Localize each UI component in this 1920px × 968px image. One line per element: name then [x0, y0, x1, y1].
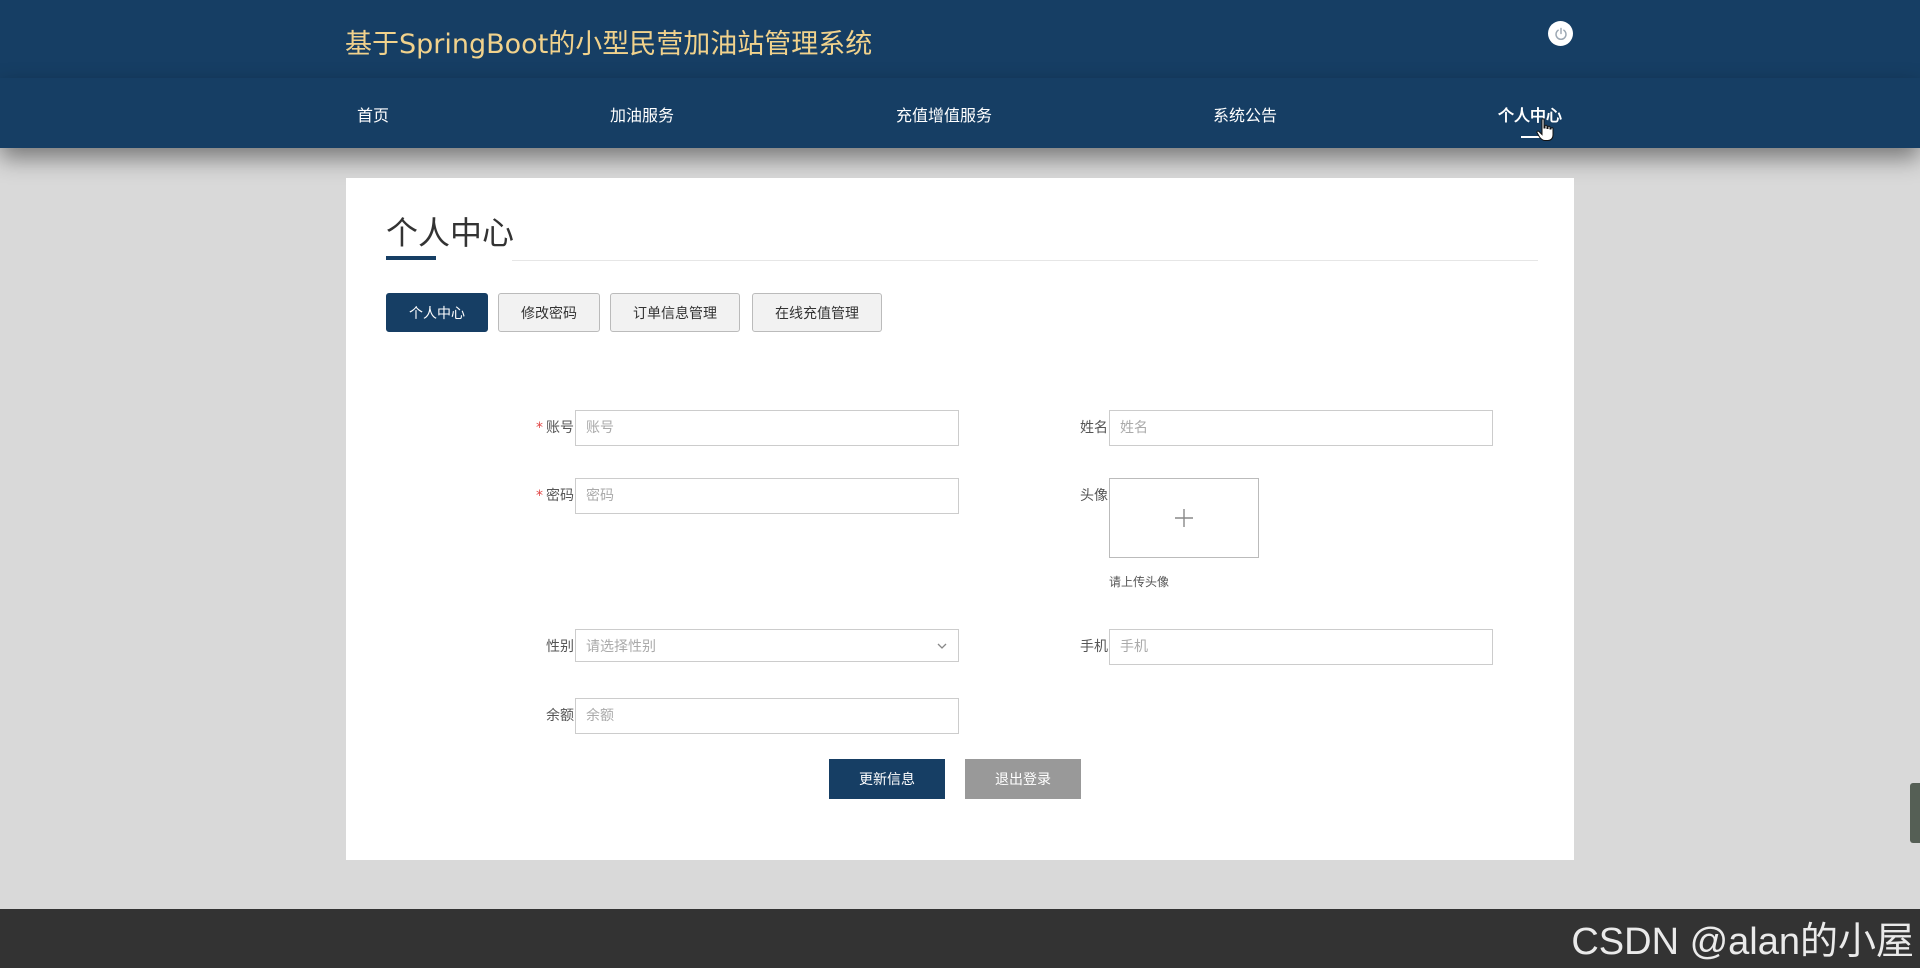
- main-nav: 首页 加油服务 充值增值服务 系统公告 个人中心: [0, 78, 1920, 148]
- title-divider: [512, 260, 1538, 261]
- page-title: 个人中心: [386, 214, 515, 252]
- logout-power-button[interactable]: [1548, 21, 1573, 46]
- phone-input[interactable]: [1109, 629, 1493, 665]
- tab-change-password[interactable]: 修改密码: [498, 293, 600, 332]
- power-icon: [1554, 27, 1567, 40]
- required-mark: *: [536, 420, 543, 436]
- gender-select-placeholder: 请选择性别: [586, 638, 656, 655]
- account-label: * 账号: [514, 417, 574, 437]
- gender-label: 性别: [546, 639, 574, 655]
- avatar-upload-box[interactable]: [1109, 478, 1259, 558]
- tab-order-management[interactable]: 订单信息管理: [610, 293, 740, 332]
- site-title: 基于SpringBoot的小型民营加油站管理系统: [345, 29, 873, 60]
- scrollbar-thumb[interactable]: [1910, 783, 1920, 843]
- phone-label: 手机: [1080, 639, 1108, 655]
- name-input[interactable]: [1109, 410, 1493, 446]
- account-input[interactable]: [575, 410, 959, 446]
- required-mark: *: [536, 488, 543, 504]
- tab-online-recharge[interactable]: 在线充值管理: [752, 293, 882, 332]
- nav-item-fuel-service[interactable]: 加油服务: [610, 102, 674, 126]
- avatar-upload-tip: 请上传头像: [1109, 575, 1170, 589]
- gender-select[interactable]: 请选择性别: [575, 629, 959, 662]
- password-label: * 密码: [514, 485, 574, 505]
- logout-button[interactable]: 退出登录: [965, 759, 1081, 799]
- chevron-down-icon: [937, 643, 947, 649]
- plus-icon: [1175, 509, 1193, 527]
- nav-item-home[interactable]: 首页: [357, 102, 389, 126]
- watermark: CSDN @alan的小屋: [1571, 921, 1914, 963]
- nav-item-recharge-service[interactable]: 充值增值服务: [896, 102, 992, 126]
- balance-input[interactable]: [575, 698, 959, 734]
- avatar-label: 头像: [1080, 488, 1108, 504]
- top-header: 基于SpringBoot的小型民营加油站管理系统: [0, 0, 1920, 78]
- title-accent-bar: [386, 256, 436, 260]
- name-label: 姓名: [1080, 420, 1108, 436]
- nav-item-announcements[interactable]: 系统公告: [1213, 102, 1277, 126]
- account-label-text: 账号: [546, 420, 574, 436]
- tab-personal-center[interactable]: 个人中心: [386, 293, 488, 332]
- update-info-button[interactable]: 更新信息: [829, 759, 945, 799]
- password-input[interactable]: [575, 478, 959, 514]
- balance-label: 余额: [546, 708, 574, 724]
- password-label-text: 密码: [546, 488, 574, 504]
- personal-center-panel: 个人中心 个人中心 修改密码 订单信息管理 在线充值管理 *账号 姓名 *密码 …: [346, 178, 1574, 860]
- hand-cursor-icon: [1536, 118, 1554, 141]
